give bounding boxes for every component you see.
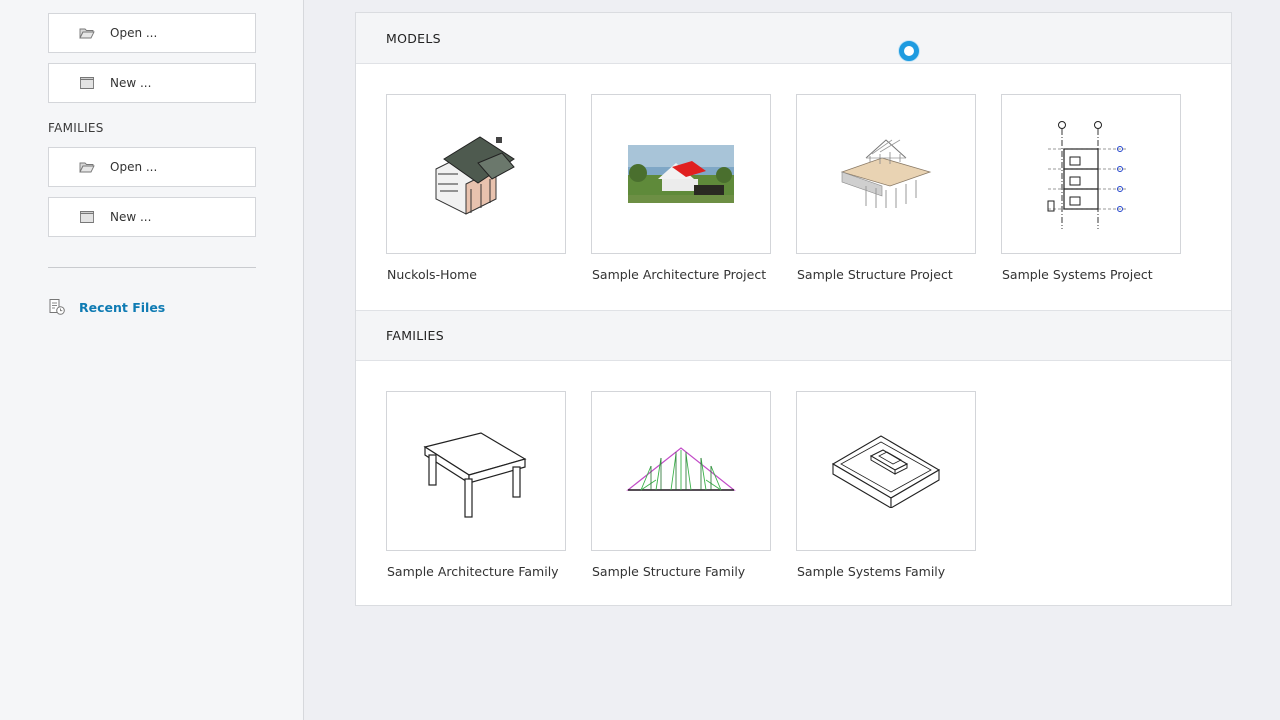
recent-files-label: Recent Files bbox=[79, 299, 166, 315]
models-new-label: New ... bbox=[110, 76, 152, 90]
new-file-icon bbox=[79, 210, 95, 224]
new-file-icon bbox=[79, 76, 95, 90]
table-family-thumbnail-icon bbox=[386, 391, 566, 551]
model-card-sample-structure-project[interactable]: Sample Structure Project bbox=[796, 94, 976, 282]
loading-spinner-icon bbox=[899, 41, 919, 61]
family-card-sample-systems-family[interactable]: Sample Systems Family bbox=[796, 391, 976, 579]
families-new-button[interactable]: New ... bbox=[48, 197, 256, 237]
families-header-label: FAMILIES bbox=[386, 328, 444, 343]
families-heading: FAMILIES bbox=[48, 121, 104, 135]
recent-files-icon bbox=[48, 298, 66, 316]
model-card-label: Nuckols-Home bbox=[387, 267, 477, 282]
structure-model-thumbnail-icon bbox=[796, 94, 976, 254]
house-model-thumbnail-icon bbox=[386, 94, 566, 254]
models-section-header: MODELS bbox=[356, 13, 1231, 64]
family-card-sample-architecture-family[interactable]: Sample Architecture Family bbox=[386, 391, 566, 579]
model-card-label: Sample Architecture Project bbox=[592, 267, 767, 282]
truss-family-thumbnail-icon bbox=[591, 391, 771, 551]
family-card-sample-structure-family[interactable]: Sample Structure Family bbox=[591, 391, 771, 579]
light-fixture-family-thumbnail-icon bbox=[796, 391, 976, 551]
families-new-label: New ... bbox=[110, 210, 152, 224]
families-section-header: FAMILIES bbox=[356, 310, 1231, 361]
models-new-button[interactable]: New ... bbox=[48, 63, 256, 103]
systems-section-thumbnail-icon bbox=[1001, 94, 1181, 254]
models-open-button[interactable]: Open ... bbox=[48, 13, 256, 53]
models-header-label: MODELS bbox=[386, 30, 441, 46]
models-open-label: Open ... bbox=[110, 26, 158, 40]
model-card-sample-systems-project[interactable]: Sample Systems Project bbox=[1001, 94, 1181, 282]
families-open-label: Open ... bbox=[110, 160, 158, 174]
main-panel: MODELS Nuckols-Home Sample Architecture … bbox=[355, 12, 1232, 606]
model-card-label: Sample Systems Project bbox=[1002, 267, 1153, 282]
sidebar: Open ... New ... FAMILIES Open ... New .… bbox=[0, 0, 304, 720]
family-card-label: Sample Systems Family bbox=[797, 564, 946, 579]
model-card-label: Sample Structure Project bbox=[797, 267, 953, 282]
families-open-button[interactable]: Open ... bbox=[48, 147, 256, 187]
sidebar-divider bbox=[48, 267, 256, 268]
recent-files-link[interactable]: Recent Files bbox=[48, 298, 165, 316]
model-card-sample-architecture-project[interactable]: Sample Architecture Project bbox=[591, 94, 771, 282]
folder-open-icon bbox=[79, 160, 95, 174]
architecture-render-thumbnail-icon bbox=[591, 94, 771, 254]
model-card-nuckols-home[interactable]: Nuckols-Home bbox=[386, 94, 566, 282]
folder-open-icon bbox=[79, 26, 95, 40]
family-card-label: Sample Structure Family bbox=[592, 564, 746, 579]
family-card-label: Sample Architecture Family bbox=[387, 564, 559, 579]
